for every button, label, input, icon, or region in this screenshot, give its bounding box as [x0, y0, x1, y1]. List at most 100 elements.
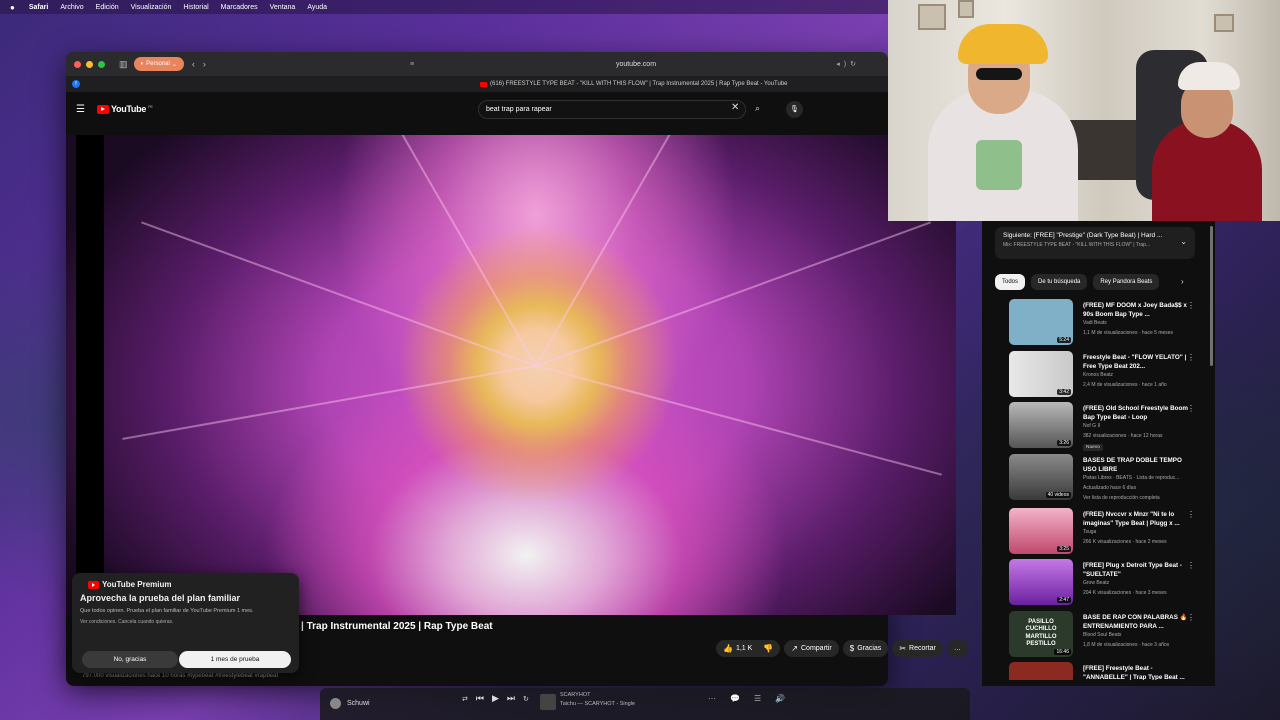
recommendation-item[interactable]: 3:42 Freestyle Beat - "FLOW YELATO" | Fr…	[995, 350, 1200, 403]
recommendation-item[interactable]: 3:25 (FREE) Nvccvr x Mnzr "Ni te lo imag…	[995, 507, 1200, 560]
profile-button[interactable]: ◐ Personal ⌄	[133, 57, 184, 71]
recommendation-title[interactable]: (FREE) MF DOOM x Joey Bada$$ x 90s Boom …	[1083, 301, 1195, 320]
yellow-hat	[958, 24, 1048, 64]
reload-icon[interactable]: ↻	[850, 61, 860, 68]
decline-button[interactable]: No, gracias	[82, 651, 178, 668]
chevron-down-icon[interactable]: ⌄	[1180, 237, 1187, 246]
taskbar-app[interactable]: Schuwi	[330, 698, 370, 709]
menu-item-archivo[interactable]: Archivo	[60, 4, 83, 11]
video-thumbnail[interactable]: 2:47	[1009, 559, 1073, 605]
recommendation-channel[interactable]: Pistas Libres · BEATS · Lista de reprodu…	[1083, 475, 1179, 481]
start-trial-button[interactable]: 1 mes de prueba	[179, 651, 291, 668]
active-tab[interactable]: (616) FREESTYLE TYPE BEAT - "KILL WITH T…	[480, 81, 788, 87]
recommendation-item[interactable]: [FREE] Freestyle Beat - "ANNABELLE" | Tr…	[995, 662, 1200, 680]
chevron-right-icon[interactable]: ›	[1181, 277, 1184, 286]
queue-icon[interactable]: ☰	[754, 694, 761, 703]
share-icon: ↗	[791, 644, 798, 653]
recommendation-channel[interactable]: Vadi Beats	[1083, 320, 1107, 326]
menu-item-historial[interactable]: Historial	[183, 4, 208, 11]
playlist-thumbnail[interactable]: 40 videos	[1009, 453, 1073, 500]
video-thumbnail[interactable]: 3:25	[1009, 507, 1073, 554]
video-actions: 👍 1,1 K 👎 ↗ Compartir $ Gracias ✂ Recort…	[716, 640, 968, 657]
video-thumbnail[interactable]: 5:24	[1009, 299, 1073, 345]
recommendation-title[interactable]: (FREE) Nvccvr x Mnzr "Ni te lo imaginas"…	[1083, 510, 1195, 529]
playlist-item[interactable]: 40 videos BASES DE TRAP DOBLE TEMPO USO …	[995, 453, 1200, 508]
close-window-button[interactable]	[74, 60, 81, 68]
zoom-window-button[interactable]	[98, 60, 105, 68]
video-thumbnail[interactable]	[1009, 662, 1073, 680]
thumbs-down-icon[interactable]: 👎	[763, 644, 773, 653]
repeat-icon[interactable]: ↻	[523, 695, 529, 703]
play-icon[interactable]: ▶	[492, 693, 499, 704]
hamburger-menu-icon[interactable]: ☰	[76, 104, 85, 115]
minimize-window-button[interactable]	[86, 60, 93, 68]
sidebar-toggle-icon[interactable]: ▥	[119, 59, 128, 70]
menu-item-edicion[interactable]: Edición	[96, 4, 119, 11]
now-playing[interactable]: SCARYHOT Taichu — SCARYHOT - Single	[540, 691, 635, 710]
previous-track-icon[interactable]: ⏮	[476, 693, 484, 704]
youtube-logo[interactable]: YouTube PE	[96, 104, 153, 114]
video-description-preview[interactable]: 797.000 visualizaciones hace 10 horas #t…	[82, 673, 278, 679]
filter-chips: Todos De tu búsqueda Rey Pandora Beats	[995, 274, 1160, 290]
chip-all[interactable]: Todos	[995, 274, 1026, 290]
up-next-card[interactable]: Siguiente: [FREE] "Prestige" (Dark Type …	[995, 227, 1195, 259]
recommendation-title[interactable]: Freestyle Beat - "FLOW YELATO" | Free Ty…	[1083, 353, 1195, 372]
back-arrow-icon[interactable]: ‹	[192, 59, 195, 69]
recommendation-channel[interactable]: Kronos Beatz	[1083, 372, 1113, 378]
share-button[interactable]: ↗ Compartir	[784, 640, 839, 657]
more-actions-button[interactable]: …	[946, 640, 968, 657]
thanks-button[interactable]: $ Gracias	[842, 640, 889, 657]
page-menu-icon[interactable]: ≡	[410, 61, 414, 68]
video-thumbnail[interactable]: PASILLO CUCHILLO MARTILLO PESTILLO 16:46	[1009, 610, 1073, 657]
recommendation-title[interactable]: BASE DE RAP CON PALABRAS 🔥 ENTRENAMIENTO…	[1083, 613, 1195, 632]
recommendation-channel[interactable]: Nof G II	[1083, 423, 1100, 429]
recommendation-channel[interactable]: Tsuga	[1083, 529, 1096, 535]
recommendation-meta: 204 K visualizaciones · hace 3 meses	[1083, 590, 1167, 596]
premium-terms[interactable]: Ver condiciones. Cancela cuando quieras.	[80, 619, 291, 625]
sidebar-scrollbar[interactable]	[1210, 226, 1213, 366]
video-thumbnail[interactable]: 3:26	[1009, 402, 1073, 448]
apple-menu-icon[interactable]: ●	[10, 3, 15, 12]
video-player[interactable]	[66, 135, 956, 615]
recommendation-title[interactable]: [FREE] Plug x Detroit Type Beat - "SUELT…	[1083, 561, 1195, 580]
kebab-menu-icon[interactable]: ⋮	[1187, 353, 1195, 362]
menu-app-name[interactable]: Safari	[29, 4, 48, 11]
menu-item-visualizacion[interactable]: Visualización	[131, 4, 172, 11]
recommendation-channel[interactable]: Blood Soul Beats	[1083, 632, 1121, 638]
chip-channel[interactable]: Rey Pandora Beats	[1093, 274, 1160, 290]
forward-arrow-icon[interactable]: ›	[203, 59, 206, 69]
recommendation-item[interactable]: 2:47 [FREE] Plug x Detroit Type Beat - "…	[995, 559, 1200, 611]
recommendation-item[interactable]: PASILLO CUCHILLO MARTILLO PESTILLO 16:46…	[995, 610, 1200, 663]
kebab-menu-icon[interactable]: ⋮	[1187, 561, 1195, 570]
menu-item-ventana[interactable]: Ventana	[270, 4, 296, 11]
video-thumbnail[interactable]: 3:42	[1009, 350, 1073, 397]
more-icon[interactable]: ⋯	[708, 694, 716, 703]
recommendation-item[interactable]: 5:24 (FREE) MF DOOM x Joey Bada$$ x 90s …	[995, 299, 1200, 351]
recommendation-item[interactable]: 3:26 (FREE) Old School Freestyle Boom Ba…	[995, 402, 1200, 454]
like-button[interactable]: 👍 1,1 K 👎	[716, 640, 781, 657]
microphone-icon[interactable]: 🎙	[786, 101, 803, 118]
clip-button[interactable]: ✂ Recortar	[892, 640, 943, 657]
kebab-menu-icon[interactable]: ⋮	[1187, 510, 1195, 519]
view-full-playlist-link[interactable]: Ver lista de reproducción completa	[1083, 495, 1160, 501]
lyrics-icon[interactable]: 💬	[730, 694, 740, 703]
volume-icon[interactable]: 🔊	[775, 694, 785, 703]
kebab-menu-icon[interactable]: ⋮	[1187, 404, 1195, 413]
search-input[interactable]: beat trap para rapear	[478, 100, 746, 119]
menu-item-ayuda[interactable]: Ayuda	[307, 4, 327, 11]
next-track-icon[interactable]: ⏭	[507, 693, 515, 704]
search-icon[interactable]: ⌕	[755, 103, 760, 114]
recommendation-title[interactable]: [FREE] Freestyle Beat - "ANNABELLE" | Tr…	[1083, 664, 1195, 680]
clear-search-icon[interactable]: ✕	[731, 102, 739, 113]
facebook-favicon-icon[interactable]: f	[72, 80, 80, 88]
kebab-menu-icon[interactable]: ⋮	[1187, 613, 1195, 622]
kebab-menu-icon[interactable]: ⋮	[1187, 301, 1195, 310]
audio-icon[interactable]: ◂)	[836, 61, 850, 68]
shuffle-icon[interactable]: ⇄	[462, 695, 468, 703]
recommendation-title[interactable]: (FREE) Old School Freestyle Boom Bap Typ…	[1083, 404, 1195, 423]
recommendation-channel[interactable]: Grow Beatz	[1083, 580, 1109, 586]
menu-item-marcadores[interactable]: Marcadores	[221, 4, 258, 11]
chip-from-search[interactable]: De tu búsqueda	[1031, 274, 1088, 290]
address-bar[interactable]: ≡ youtube.com ◂)↻	[406, 57, 866, 71]
recommendation-title[interactable]: BASES DE TRAP DOBLE TEMPO USO LIBRE	[1083, 456, 1195, 475]
